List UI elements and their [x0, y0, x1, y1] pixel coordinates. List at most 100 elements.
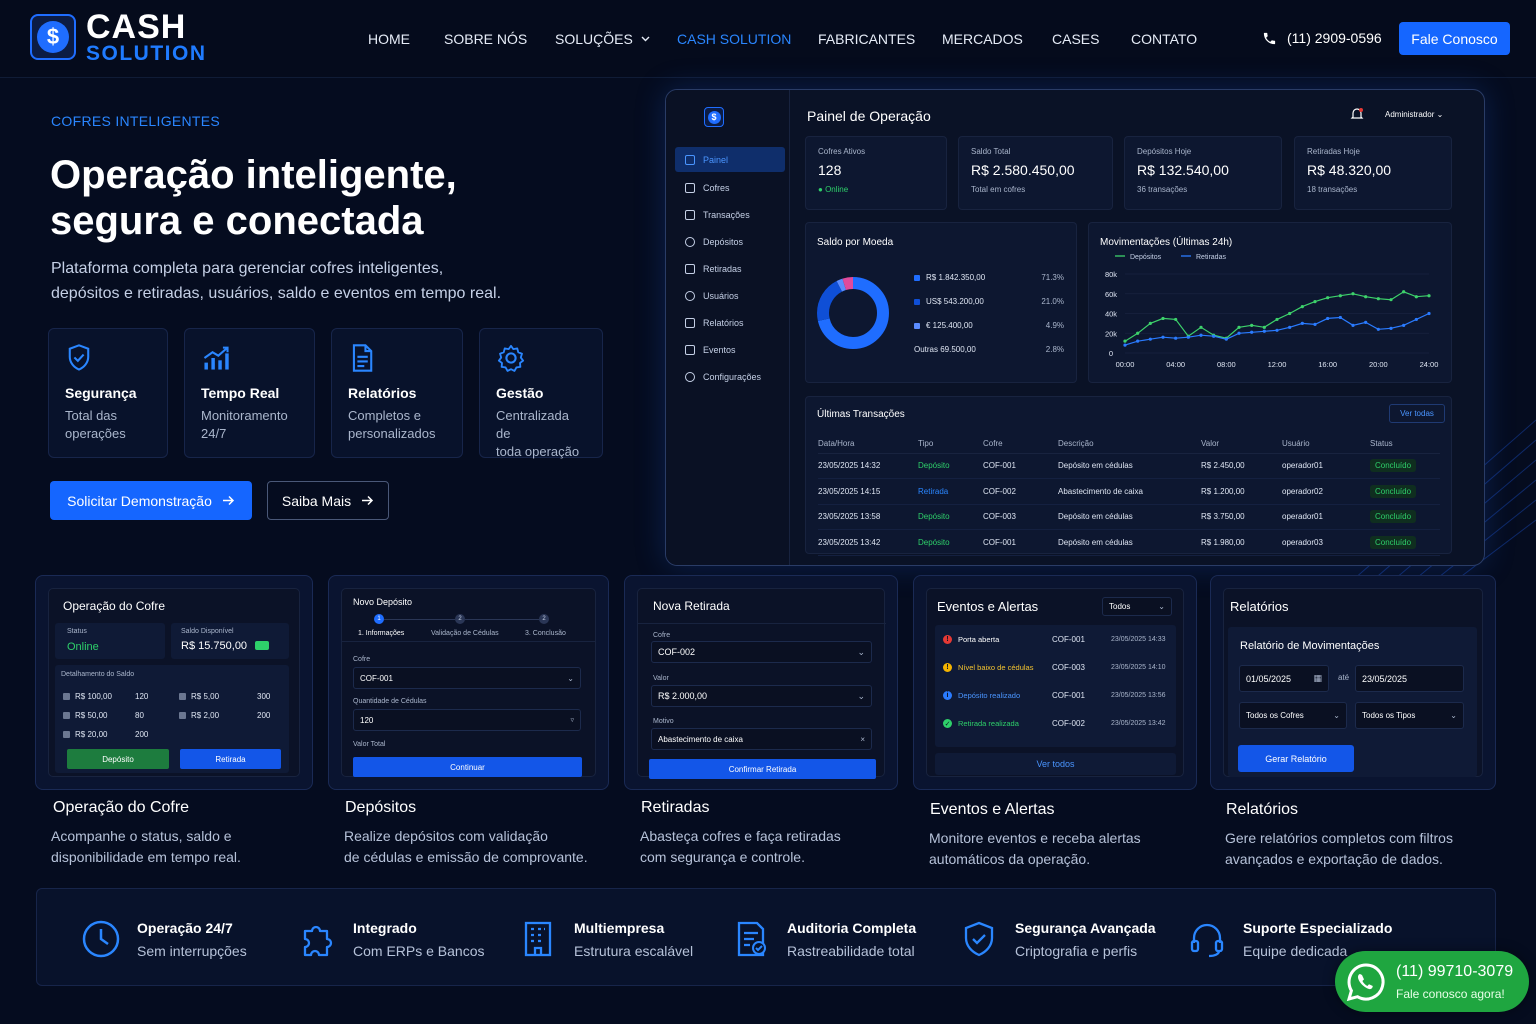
whatsapp-button[interactable]: (11) 99710-3079 Fale conosco agora! [1335, 951, 1529, 1012]
date-to-input[interactable]: 23/05/2025 [1355, 665, 1464, 692]
motivo-select[interactable]: Abastecimento de caixa × [651, 728, 872, 750]
users-icon [685, 290, 695, 301]
data-point [1237, 325, 1241, 329]
nav-mercados[interactable]: MERCADOS [942, 31, 1023, 47]
cell-text: Depósito em cédulas [1058, 461, 1133, 471]
gerar-relatorio-button[interactable]: Gerar Relatório [1238, 745, 1354, 772]
table-row[interactable]: 23/05/2025 14:15 Retirada COF-002 Abastecim… [818, 478, 1440, 505]
kpi-label: Cofres Ativos [818, 147, 866, 156]
event-time: 23/05/2025 13:42 [1111, 720, 1166, 727]
filter-select[interactable]: Todos ⌄ [1102, 597, 1172, 616]
cell-text: Abastecimento de caixa [1058, 486, 1143, 496]
table-cell: Depósito [918, 504, 983, 530]
cofre-select[interactable]: COF-002 ⌄ [651, 641, 872, 663]
feature-card-relatorios: Relatórios Completos e personalizados [331, 328, 463, 458]
data-point [1338, 294, 1342, 298]
nav-contato[interactable]: CONTATO [1131, 31, 1197, 47]
sidebar-item-painel[interactable]: Painel [675, 147, 785, 172]
module-deposito: Novo Depósito 1 2 2 1. Informações Valid… [328, 575, 609, 790]
event-item[interactable]: ✓ Retirada realizada COF-002 23/05/2025 13:… [943, 719, 1183, 728]
y-tick-label: 0 [1109, 349, 1113, 358]
table-row[interactable]: 23/05/2025 14:32 Depósito COF-001 Depósito … [818, 453, 1440, 479]
tipos-select[interactable]: Todos os Tipos ⌄ [1355, 702, 1464, 729]
feature-title: Segurança [65, 385, 137, 401]
event-time: 23/05/2025 14:10 [1111, 664, 1166, 671]
kpi-sub: 18 transações [1307, 185, 1358, 194]
logo-icon[interactable]: $ [30, 14, 76, 60]
top-navbar: $ CASH SOLUTION HOME SOBRE NÓS SOLUÇÕES … [0, 0, 1536, 78]
nav-solucoes[interactable]: SOLUÇÕES [555, 31, 650, 47]
data-point [1300, 304, 1304, 309]
sidebar-item-cofres[interactable]: Cofres [675, 175, 785, 200]
ver-todas-button[interactable]: Ver todas [1389, 404, 1445, 423]
table-cell: COF-002 [983, 478, 1058, 505]
continuar-button[interactable]: Continuar [353, 757, 582, 777]
quantidade-input[interactable]: 120 ▿ [353, 709, 581, 731]
kpi-label: Saldo Total [971, 147, 1011, 156]
sidebar-item-configuracoes[interactable]: Configurações [675, 364, 785, 389]
valor-input[interactable]: R$ 2.000,00 ⌄ [651, 685, 872, 707]
ver-todos-button[interactable]: Ver todos [935, 753, 1176, 775]
nav-fabricantes[interactable]: FABRICANTES [818, 31, 915, 47]
data-point [1123, 339, 1127, 343]
sidebar-item-retiradas[interactable]: Retiradas [675, 256, 785, 281]
bell-icon[interactable] [1350, 107, 1364, 121]
solicitar-demonstracao-button[interactable]: Solicitar Demonstração [50, 481, 252, 520]
deposito-button[interactable]: Depósito [67, 749, 169, 769]
event-label: Retirada realizada [958, 719, 1019, 728]
nav-cases[interactable]: CASES [1052, 31, 1099, 47]
chevron-down-icon [641, 36, 650, 42]
table-cell: Depósito em cédulas [1058, 453, 1201, 479]
confirmar-retirada-button[interactable]: Confirmar Retirada [649, 759, 876, 779]
sidebar-item-depositos[interactable]: Depósitos [675, 229, 785, 254]
cofre-select[interactable]: COF-001 ⌄ [353, 667, 581, 689]
sidebar-item-relatorios[interactable]: Relatórios [675, 310, 785, 335]
nav-sobre-nos[interactable]: SOBRE NÓS [444, 31, 527, 47]
status-box: Status Online [55, 623, 165, 659]
sidebar-item-eventos[interactable]: Eventos [675, 337, 785, 362]
input-value: R$ 2.000,00 [658, 691, 708, 701]
user-menu[interactable]: Administrador ⌄ [1385, 110, 1443, 119]
button-label: Saiba Mais [281, 492, 352, 509]
kpi-label: Retiradas Hoje [1307, 147, 1360, 156]
shield-check-icon [964, 921, 994, 957]
cell-text: Depósito [918, 512, 950, 522]
benefit-seguranca: Segurança Avançada Criptografia e perfis [959, 919, 1156, 959]
table-row[interactable]: 23/05/2025 13:42 Depósito COF-001 Depósito … [818, 529, 1440, 556]
select-value: Todos [1109, 602, 1131, 611]
table-header-row: Data/Hora Tipo Cofre Descrição Valor Usu… [818, 435, 1440, 454]
legend-item: US$ 543.200,00 21.0% [914, 297, 1064, 306]
event-time: 23/05/2025 13:56 [1111, 692, 1166, 699]
table-row[interactable]: 23/05/2025 13:58 Depósito COF-003 Depósito … [818, 504, 1440, 530]
event-item[interactable]: ! Nível baixo de cédulas COF-003 23/05/2025… [943, 663, 1183, 672]
cofres-select[interactable]: Todos os Cofres ⌄ [1239, 702, 1347, 729]
document-icon [685, 317, 695, 328]
event-item[interactable]: ! Porta aberta COF-001 23/05/2025 14:33 [943, 635, 1183, 644]
status-badge: Concluído [1370, 484, 1417, 498]
x-tick-label: 16:00 [1318, 360, 1337, 369]
legend-swatch [914, 274, 920, 281]
sidebar-item-transacoes[interactable]: Transações [675, 202, 785, 227]
feature-desc-line: Completos e [348, 408, 421, 423]
phone-link[interactable]: (11) 2909-0596 [1262, 30, 1382, 46]
dashboard-logo-icon[interactable]: $ [704, 107, 724, 127]
event-item[interactable]: i Depósito realizado COF-001 23/05/2025 13:… [943, 691, 1183, 700]
saiba-mais-button[interactable]: Saiba Mais [267, 481, 389, 520]
data-point [1288, 311, 1292, 316]
legend-label: Outras 69.500,00 [914, 345, 976, 354]
data-point [1414, 317, 1418, 322]
close-icon[interactable]: × [860, 735, 865, 744]
step-connector [384, 619, 455, 620]
feature-desc-line: Total das [65, 408, 118, 423]
divider [638, 623, 886, 624]
nav-home[interactable]: HOME [368, 31, 410, 47]
date-from-input[interactable]: 01/05/2025 ▦ [1239, 665, 1329, 692]
nav-cash-solution[interactable]: CASH SOLUTION [677, 31, 791, 47]
retirada-button[interactable]: Retirada [180, 749, 281, 769]
logo-text-line2[interactable]: SOLUTION [86, 42, 207, 66]
cell-text: Retirada [918, 486, 949, 496]
status-badge: Concluído [1370, 535, 1417, 549]
alert-icon: i [943, 691, 952, 700]
fale-conosco-button[interactable]: Fale Conosco [1399, 22, 1510, 55]
sidebar-item-usuarios[interactable]: Usuários [675, 283, 785, 308]
